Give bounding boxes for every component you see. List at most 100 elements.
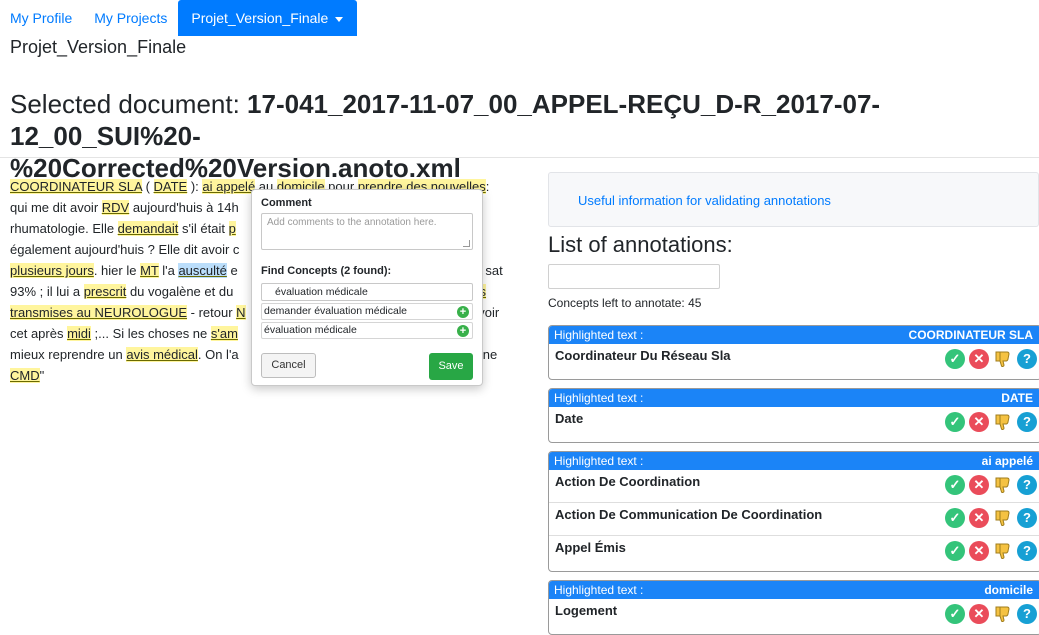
project-dropdown[interactable]: Projet_Version_Finale	[178, 0, 358, 36]
question-icon[interactable]: ?	[1017, 541, 1037, 561]
cross-icon[interactable]: ✕	[969, 604, 989, 624]
concept-row: Date ✓ ✕ ?	[549, 407, 1039, 440]
annotation[interactable]: DATE	[153, 179, 188, 194]
check-icon[interactable]: ✓	[945, 412, 965, 432]
document-label: Selected document:	[10, 89, 248, 119]
save-button[interactable]: Save	[429, 353, 473, 380]
find-concepts-label: Find Concepts (2 found):	[261, 265, 392, 277]
cross-icon[interactable]: ✕	[969, 475, 989, 495]
cross-icon[interactable]: ✕	[969, 349, 989, 369]
annotation[interactable]: RDV	[101, 200, 130, 215]
info-panel: Useful information for validating annota…	[548, 172, 1039, 227]
highlighted-label: Highlighted text :	[554, 328, 644, 342]
thumbs-down-icon[interactable]	[993, 508, 1013, 528]
annotation-card: Highlighted text : COORDINATEUR SLA Coord…	[548, 325, 1039, 380]
card-header: Highlighted text : domicile	[549, 581, 1039, 599]
card-header: Highlighted text : DATE	[549, 389, 1039, 407]
concept-actions: ✓ ✕ ?	[945, 508, 1039, 528]
text-fragment: qui me dit avoir	[10, 200, 102, 215]
annotation[interactable]: prescrit	[83, 284, 127, 299]
highlighted-label: Highlighted text :	[554, 454, 644, 468]
text-fragment: (	[141, 179, 154, 194]
annotation[interactable]: midi	[67, 326, 91, 341]
check-icon[interactable]: ✓	[945, 349, 965, 369]
cross-icon[interactable]: ✕	[969, 412, 989, 432]
annotation[interactable]: transmises au	[10, 305, 95, 320]
concept-actions: ✓ ✕ ?	[945, 475, 1039, 495]
text-fragment: cet après	[10, 326, 68, 341]
question-icon[interactable]: ?	[1017, 349, 1037, 369]
check-icon[interactable]: ✓	[945, 508, 965, 528]
plus-icon[interactable]: +	[457, 325, 469, 337]
cross-icon[interactable]: ✕	[969, 508, 989, 528]
text-fragment: ):	[187, 179, 203, 194]
highlighted-text: COORDINATEUR SLA	[908, 328, 1033, 342]
annotation[interactable]: s'am	[210, 326, 238, 341]
card-header: Highlighted text : COORDINATEUR SLA	[549, 326, 1039, 344]
text-fragment: e	[226, 263, 238, 278]
text-fragment: rhumatologie. Elle	[10, 221, 118, 236]
annotation[interactable]: ai appelé	[202, 179, 256, 194]
annotations-title: List of annotations:	[548, 232, 733, 257]
concept-actions: ✓ ✕ ?	[945, 604, 1039, 624]
text-fragment: ;... Si les choses ne	[90, 326, 211, 341]
cancel-button[interactable]: Cancel	[261, 353, 316, 378]
text-fragment: l'a	[158, 263, 179, 278]
annotation[interactable]: demandait	[117, 221, 179, 236]
concept-search-input[interactable]: évaluation médicale	[261, 283, 473, 301]
concept-name: Action De Coordination	[555, 474, 701, 489]
caret-down-icon	[335, 16, 344, 22]
question-icon[interactable]: ?	[1017, 604, 1037, 624]
annotation[interactable]: plusieurs jours	[10, 263, 94, 278]
concept-actions: ✓ ✕ ?	[945, 541, 1039, 561]
annotation-card: Highlighted text : DATE Date ✓ ✕ ?	[548, 388, 1039, 443]
check-icon[interactable]: ✓	[945, 541, 965, 561]
concept-actions: ✓ ✕ ?	[945, 349, 1039, 369]
annotation[interactable]: avis médical	[126, 347, 198, 362]
useful-info-link[interactable]: Useful information for validating annota…	[578, 193, 831, 208]
annotation-card: Highlighted text : ai appelé Action De Co…	[548, 451, 1039, 572]
cross-icon[interactable]: ✕	[969, 541, 989, 561]
annotation[interactable]: MT	[140, 263, 159, 278]
annotation[interactable]: COORDINATEUR SLA	[10, 179, 142, 194]
text-fragment: 93% ; il lui a	[10, 284, 84, 299]
card-header: Highlighted text : ai appelé	[549, 452, 1039, 470]
text-fragment: également aujourd'huis ? Elle dit avoir …	[10, 242, 240, 257]
concept-name: Date	[555, 411, 584, 426]
concept-row: Logement ✓ ✕ ?	[549, 599, 1039, 632]
thumbs-down-icon[interactable]	[993, 604, 1013, 624]
nav-my-projects[interactable]: My Projects	[83, 0, 178, 36]
concept-name: Coordinateur Du Réseau Sla	[555, 348, 731, 363]
concept-name: Action De Communication De Coordination	[555, 507, 823, 522]
popover-buttons: Cancel Save	[261, 353, 473, 380]
concept-suggestion[interactable]: évaluation médicale +	[261, 322, 473, 339]
highlighted-text: ai appelé	[981, 454, 1033, 468]
top-nav: My Profile My Projects Projet_Version_Fi…	[0, 0, 358, 36]
annotation[interactable]: CMD	[10, 368, 40, 383]
annotation[interactable]: p	[228, 221, 236, 236]
comment-textarea[interactable]: Add comments to the annotation here.	[261, 213, 473, 250]
annotation[interactable]: N	[236, 305, 246, 320]
question-icon[interactable]: ?	[1017, 508, 1037, 528]
question-icon[interactable]: ?	[1017, 412, 1037, 432]
suggestion-label: évaluation médicale	[264, 324, 357, 336]
check-icon[interactable]: ✓	[945, 475, 965, 495]
highlighted-text: domicile	[984, 583, 1033, 597]
nav-my-profile[interactable]: My Profile	[0, 0, 83, 36]
annotation[interactable]: NEUROLOGUE	[94, 305, 188, 320]
check-icon[interactable]: ✓	[945, 604, 965, 624]
text-fragment: - retour	[187, 305, 237, 320]
thumbs-down-icon[interactable]	[993, 475, 1013, 495]
text-fragment: du vogalène et du	[126, 284, 234, 299]
thumbs-down-icon[interactable]	[993, 412, 1013, 432]
concept-suggestion[interactable]: demander évaluation médicale +	[261, 303, 473, 320]
project-title: Projet_Version_Finale	[10, 37, 187, 57]
selected-text[interactable]: ausculté	[178, 263, 227, 278]
annotation-filter-input[interactable]	[548, 264, 720, 289]
thumbs-down-icon[interactable]	[993, 349, 1013, 369]
thumbs-down-icon[interactable]	[993, 541, 1013, 561]
concept-name: Logement	[555, 603, 618, 618]
plus-icon[interactable]: +	[457, 306, 469, 318]
question-icon[interactable]: ?	[1017, 475, 1037, 495]
divider	[0, 157, 1039, 158]
